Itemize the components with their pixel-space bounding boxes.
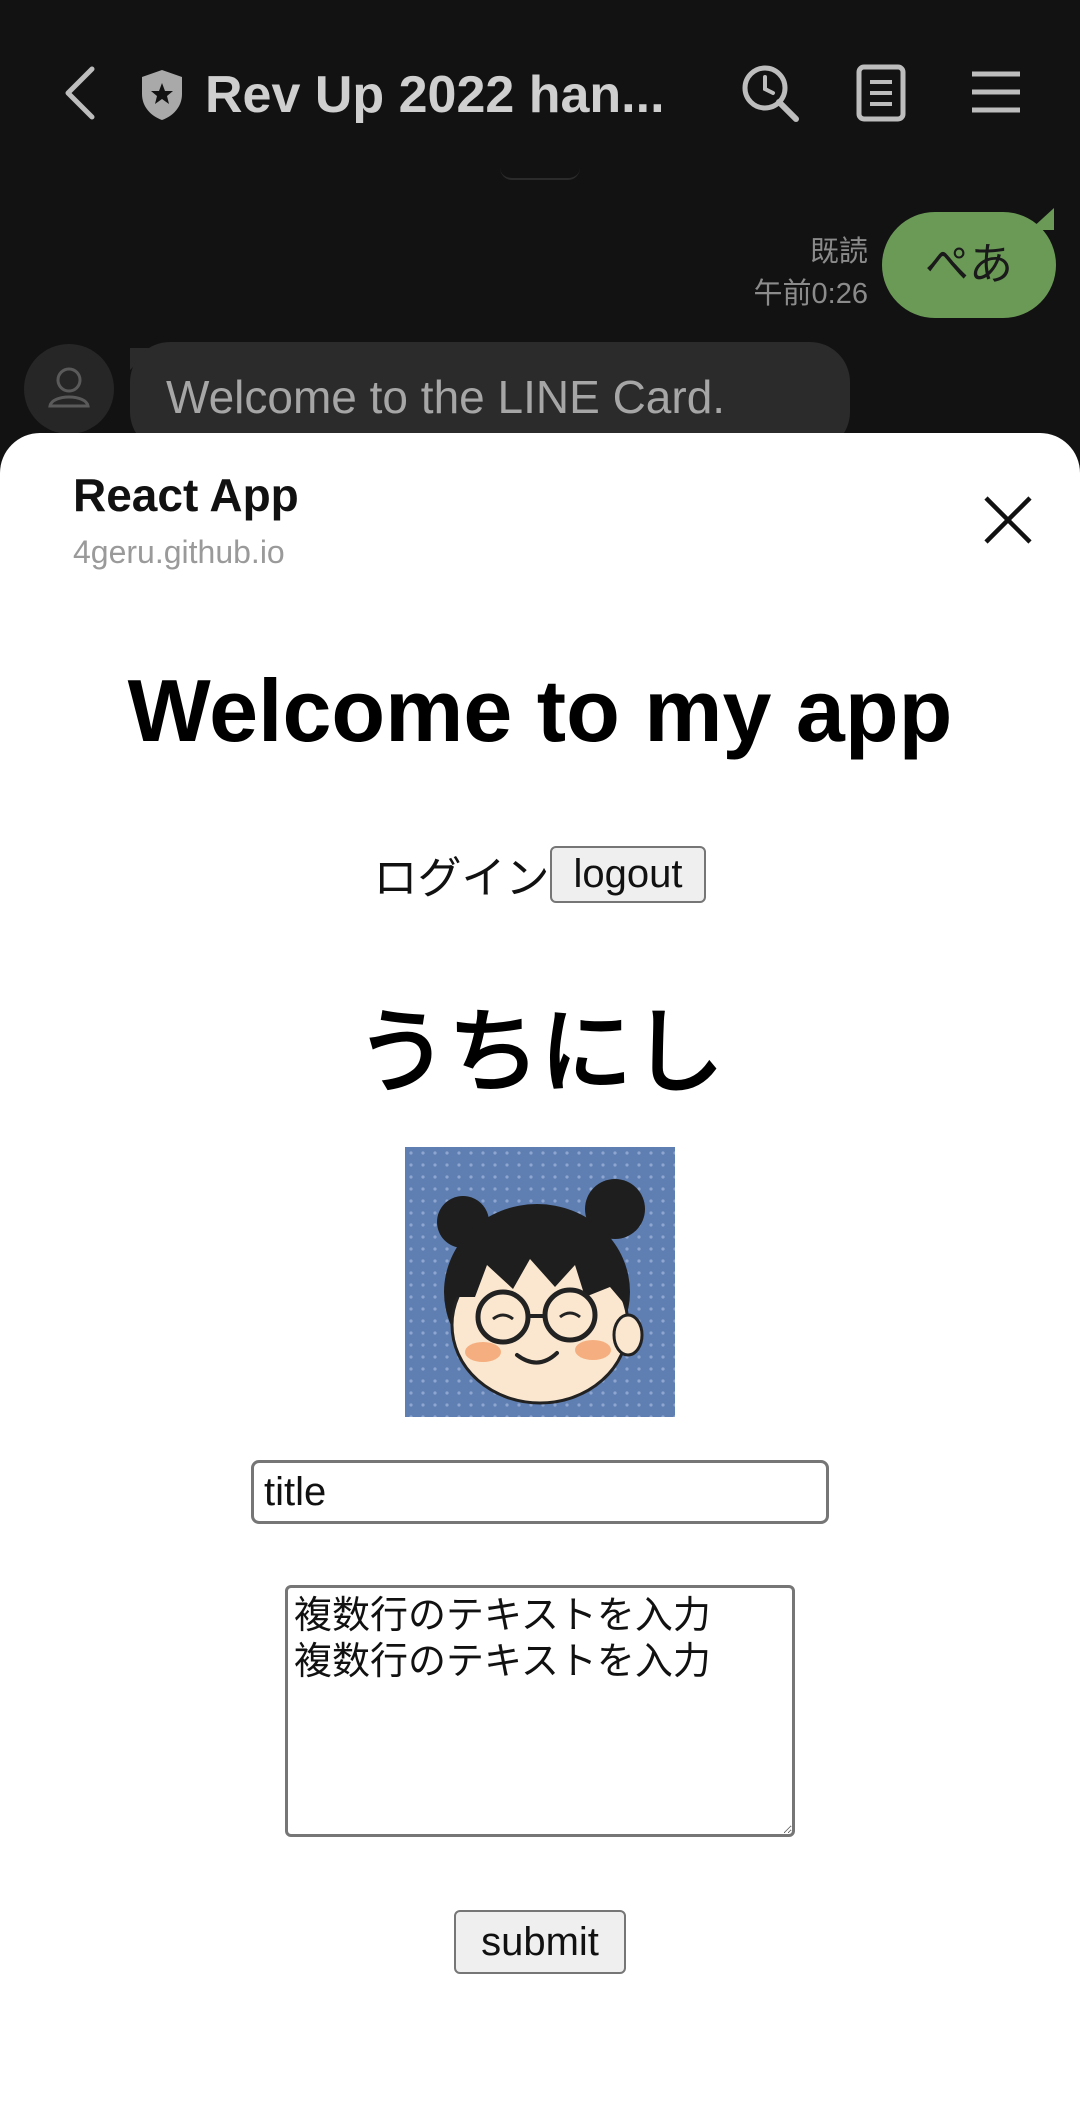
app-heading: Welcome to my app xyxy=(127,661,953,760)
close-icon xyxy=(984,496,1032,544)
sheet-app-name: React App xyxy=(73,469,299,521)
title-input[interactable] xyxy=(251,1460,829,1524)
chat-title[interactable]: Rev Up 2022 han... xyxy=(205,58,685,132)
sheet-url: 4geru.github.io xyxy=(73,534,285,570)
user-icon xyxy=(48,367,90,408)
profile-image xyxy=(405,1147,675,1417)
read-receipt: 既読 xyxy=(809,236,868,268)
message-time: 午前0:26 xyxy=(753,278,868,310)
scroll-indicator xyxy=(500,168,580,180)
multiline-textarea[interactable]: 複数行のテキストを入力 複数行のテキストを入力 xyxy=(285,1585,795,1837)
menu-icon xyxy=(972,71,1020,113)
user-name: うちにし xyxy=(355,999,724,1106)
sender-avatar[interactable] xyxy=(24,344,114,434)
search-icon xyxy=(742,65,799,122)
sent-message-bubble[interactable]: ぺあ xyxy=(882,212,1056,318)
notes-button[interactable] xyxy=(850,58,912,128)
back-arrow-icon xyxy=(65,66,95,120)
close-button[interactable] xyxy=(978,490,1038,550)
search-button[interactable] xyxy=(735,58,805,128)
back-button[interactable] xyxy=(50,58,110,128)
notes-icon xyxy=(856,64,906,122)
menu-button[interactable] xyxy=(965,62,1027,122)
logout-button[interactable]: logout xyxy=(549,845,707,903)
login-row: ログイン logout xyxy=(0,842,1080,906)
shield-icon xyxy=(138,68,186,122)
login-status-text: ログイン xyxy=(373,853,550,904)
submit-button[interactable]: submit xyxy=(454,1910,626,1974)
